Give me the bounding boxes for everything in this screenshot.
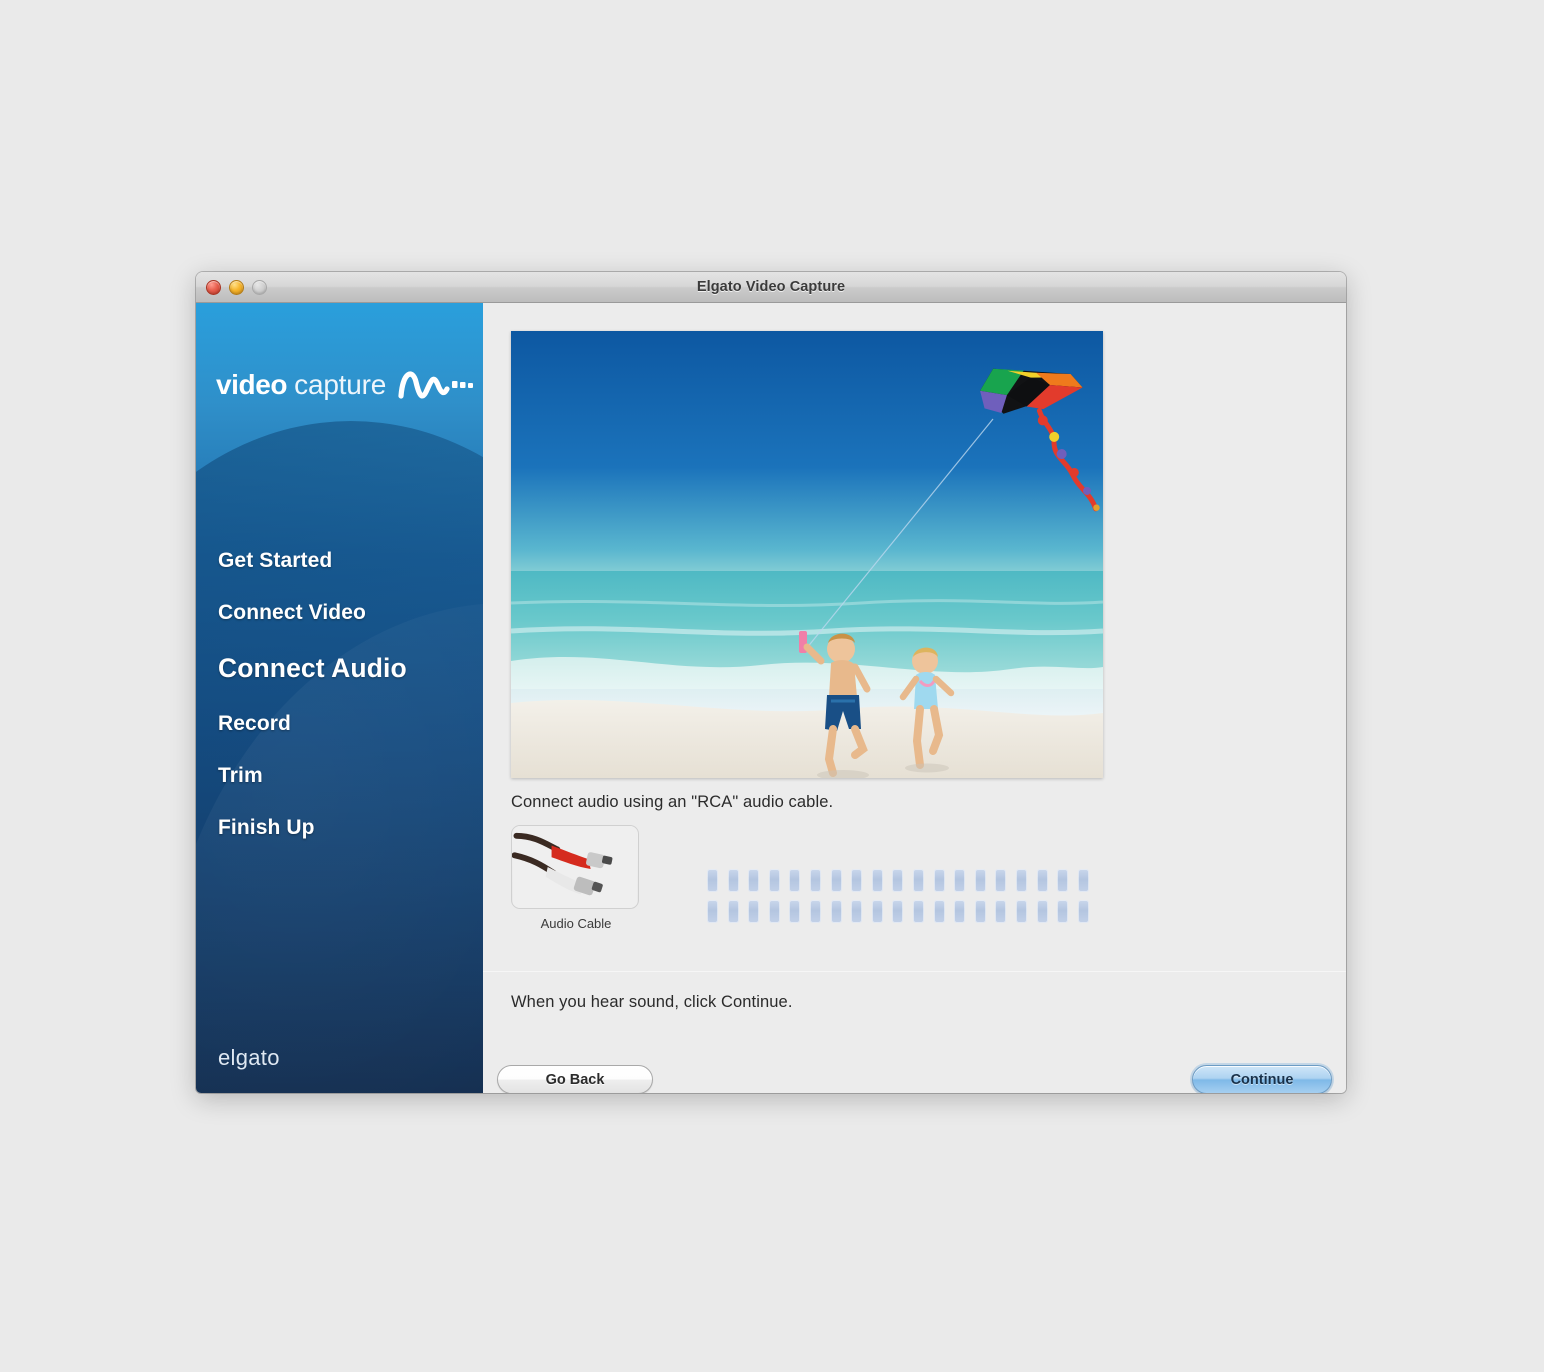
sidebar-item-get-started[interactable]: Get Started <box>218 549 407 573</box>
continue-button[interactable]: Continue <box>1192 1065 1332 1093</box>
minimize-button-icon[interactable] <box>229 280 244 295</box>
sidebar-item-connect-video[interactable]: Connect Video <box>218 601 407 625</box>
audio-meter-segment <box>1057 900 1069 923</box>
application-window: Elgato Video Capture video capture Get S… <box>196 272 1346 1093</box>
zoom-button-icon[interactable] <box>252 280 267 295</box>
main-content: Connect audio using an "RCA" audio cable… <box>483 303 1346 1093</box>
audio-meter-segment <box>768 869 780 892</box>
audio-meter-segment <box>809 900 821 923</box>
audio-meter-segment <box>871 900 883 923</box>
audio-meter-segment <box>727 869 739 892</box>
audio-meter-segment <box>748 900 760 923</box>
instruction-text: Connect audio using an "RCA" audio cable… <box>511 793 834 811</box>
window-body: video capture Get Started Connect Video … <box>196 303 1346 1093</box>
content-divider <box>483 971 1346 972</box>
sidebar-nav: Get Started Connect Video Connect Audio … <box>218 549 407 868</box>
go-back-button[interactable]: Go Back <box>497 1065 653 1093</box>
audio-meter-segment <box>789 869 801 892</box>
hint-text: When you hear sound, click Continue. <box>511 993 793 1011</box>
audio-meter-segment <box>912 900 924 923</box>
audio-meter-segment <box>1036 900 1048 923</box>
audio-meter-segment <box>974 900 986 923</box>
elgato-brand-logo: elgato <box>218 1045 280 1070</box>
audio-meter-segment <box>851 900 863 923</box>
window-titlebar[interactable]: Elgato Video Capture <box>196 272 1346 303</box>
close-button-icon[interactable] <box>206 280 221 295</box>
audio-meter-segment <box>1015 900 1027 923</box>
audio-meter-segment <box>912 869 924 892</box>
sidebar-item-finish-up[interactable]: Finish Up <box>218 816 407 840</box>
video-preview <box>511 331 1103 778</box>
audio-meter-row-right <box>707 900 1107 923</box>
rca-audio-cable-icon <box>511 825 639 909</box>
audio-meter-segment <box>933 869 945 892</box>
sidebar-item-trim[interactable]: Trim <box>218 764 407 788</box>
audio-meter-segment <box>954 900 966 923</box>
audio-meter-segment <box>727 900 739 923</box>
audio-meter-segment <box>995 900 1007 923</box>
beach-kite-image <box>511 331 1103 778</box>
app-logo: video capture <box>216 365 477 405</box>
audio-meter-segment <box>995 869 1007 892</box>
audio-meter-segment <box>707 869 718 892</box>
sidebar: video capture Get Started Connect Video … <box>196 303 483 1093</box>
sidebar-item-connect-audio[interactable]: Connect Audio <box>218 653 407 684</box>
audio-meter-segment <box>768 900 780 923</box>
audio-meter-segment <box>1057 869 1069 892</box>
audio-meter-row-left <box>707 869 1107 892</box>
audio-meter-segment <box>851 869 863 892</box>
audio-meter-segment <box>809 869 821 892</box>
audio-meter-segment <box>933 900 945 923</box>
audio-meter-segment <box>748 869 760 892</box>
audio-meter-segment <box>1015 869 1027 892</box>
audio-cable-block: Audio Cable <box>511 825 641 931</box>
audio-cable-label: Audio Cable <box>540 916 612 931</box>
logo-word-capture: capture <box>294 369 387 400</box>
audio-meter-segment <box>974 869 986 892</box>
audio-meter-segment <box>1036 869 1048 892</box>
audio-meter-segment <box>707 900 718 923</box>
waveform-logo-icon <box>398 371 474 399</box>
audio-meter-segment <box>830 869 842 892</box>
audio-meter-segment <box>954 869 966 892</box>
audio-meter-segment <box>1077 869 1089 892</box>
desktop-backdrop: Elgato Video Capture video capture Get S… <box>0 0 1544 1372</box>
window-controls <box>206 280 267 295</box>
logo-word-video: video <box>216 369 288 400</box>
audio-meter-segment <box>871 869 883 892</box>
audio-level-meter <box>707 869 1107 931</box>
audio-meter-segment <box>830 900 842 923</box>
audio-meter-segment <box>1077 900 1089 923</box>
audio-meter-segment <box>892 900 904 923</box>
sidebar-item-record[interactable]: Record <box>218 712 407 736</box>
audio-meter-segment <box>789 900 801 923</box>
audio-meter-segment <box>892 869 904 892</box>
rca-cable-illustration <box>512 826 638 908</box>
window-title: Elgato Video Capture <box>696 279 846 295</box>
